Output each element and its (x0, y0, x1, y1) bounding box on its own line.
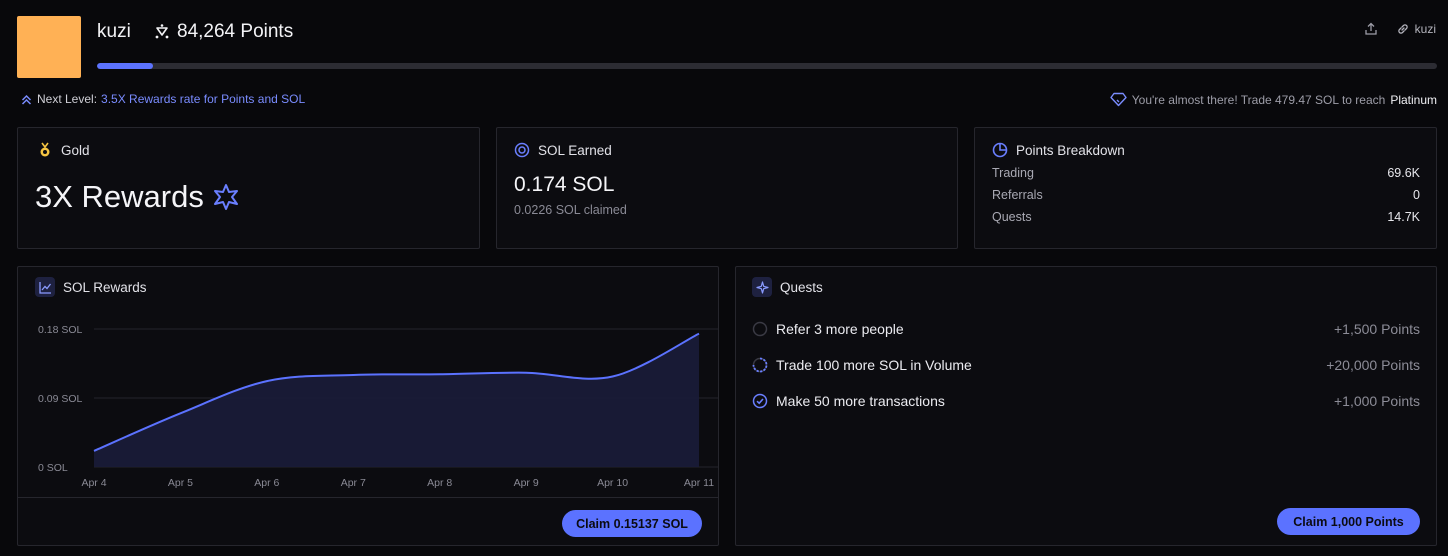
avatar (17, 16, 81, 78)
quest-label: Trade 100 more SOL in Volume (776, 357, 972, 373)
quest-reward: +20,000 Points (1326, 357, 1420, 373)
diamond-icon (1110, 92, 1127, 107)
tier-name: Gold (61, 142, 90, 158)
check-circle-icon (752, 393, 768, 409)
points-breakdown-card: Points Breakdown Trading 69.6K Referrals… (974, 127, 1437, 249)
x-tick-label: Apr 7 (341, 477, 366, 489)
breakdown-value: 14.7K (1387, 210, 1420, 224)
double-chevron-up-icon (21, 94, 32, 105)
quest-item[interactable]: Refer 3 more people +1,500 Points (752, 321, 1420, 337)
line-chart-icon (35, 277, 55, 297)
card-footer-divider (18, 497, 718, 498)
share-icon (1365, 22, 1377, 35)
series-area (94, 333, 699, 467)
quest-reward: +1,500 Points (1333, 321, 1420, 337)
sol-rewards-chart: 0 SOL 0.09 SOL 0.18 SOL Apr 4 Apr 5 Apr 6 Apr … (38, 324, 718, 489)
next-level-info: Next Level: 3.5X Rewards rate for Points… (20, 92, 305, 106)
quests-title: Quests (780, 279, 823, 295)
x-tick-label: Apr 5 (168, 477, 193, 489)
points-display: 84,264 Points (153, 21, 293, 43)
next-level-prefix: Next Level: (37, 92, 98, 106)
sol-earned-title: SOL Earned (538, 142, 612, 158)
points-breakdown-header: Points Breakdown (992, 142, 1420, 158)
rewards-rate: 3X Rewards (35, 179, 479, 215)
quest-item[interactable]: Trade 100 more SOL in Volume +20,000 Poi… (752, 357, 1420, 373)
x-tick-label: Apr 6 (254, 477, 279, 489)
sol-earned-amount: 0.174 SOL (514, 173, 615, 196)
next-tier-name: Platinum (1390, 92, 1437, 107)
breakdown-label: Trading (992, 166, 1034, 180)
x-tick-label: Apr 9 (514, 477, 539, 489)
level-progress-fill (97, 63, 154, 69)
quest-left: Make 50 more transactions (752, 393, 945, 409)
x-tick-label: Apr 10 (597, 477, 628, 489)
breakdown-value: 0 (1413, 188, 1420, 202)
breakdown-row-trading: Trading 69.6K (992, 166, 1420, 180)
claim-sol-button[interactable]: Claim 0.15137 SOL (562, 510, 702, 537)
quests-header: Quests (752, 277, 823, 297)
points-total: 84,264 Points (177, 21, 294, 42)
x-tick-label: Apr 4 (81, 477, 106, 489)
profile-link-label: kuzi (1414, 22, 1436, 36)
rewards-rate-text: 3X Rewards (35, 179, 204, 214)
sol-earned-header: SOL Earned (514, 142, 957, 158)
quest-label: Make 50 more transactions (776, 393, 945, 409)
x-tick-label: Apr 11 (684, 477, 714, 489)
pie-chart-icon (992, 142, 1008, 158)
x-tick-label: Apr 8 (427, 477, 452, 489)
sparkle-icon (752, 277, 772, 297)
breakdown-row-quests: Quests 14.7K (992, 210, 1420, 224)
quest-item[interactable]: Make 50 more transactions +1,000 Points (752, 393, 1420, 409)
sparkle-badge-icon (213, 184, 238, 210)
sol-earned-card: SOL Earned 0.174 SOL 0.0226 SOL claimed (496, 127, 958, 249)
points-breakdown-title: Points Breakdown (1016, 142, 1125, 158)
coins-icon (514, 142, 530, 158)
quest-left: Trade 100 more SOL in Volume (752, 357, 972, 373)
username: kuzi (97, 21, 131, 42)
quests-card: Quests Refer 3 more people +1,500 Points… (735, 266, 1437, 546)
points-icon (155, 24, 169, 39)
empty-circle-icon (752, 321, 768, 337)
medal-icon (40, 142, 50, 157)
claim-points-button[interactable]: Claim 1,000 Points (1277, 508, 1420, 535)
quest-left: Refer 3 more people (752, 321, 904, 337)
level-progress-bar (97, 63, 1437, 69)
breakdown-label: Quests (992, 210, 1032, 224)
top-actions: kuzi (1364, 22, 1436, 36)
quest-reward: +1,000 Points (1333, 393, 1420, 409)
sol-claimed-amount: 0.0226 SOL claimed (514, 203, 627, 217)
quest-label: Refer 3 more people (776, 321, 904, 337)
sol-rewards-title: SOL Rewards (63, 279, 147, 295)
profile-link-button[interactable]: kuzi (1396, 22, 1436, 36)
loading-spinner-icon (752, 357, 768, 373)
next-level-text: 3.5X Rewards rate for Points and SOL (101, 92, 306, 106)
y-tick-label: 0.09 SOL (38, 393, 83, 405)
y-tick-label: 0.18 SOL (38, 324, 83, 336)
breakdown-row-referrals: Referrals 0 (992, 188, 1420, 202)
tier-card: Gold 3X Rewards (17, 127, 480, 249)
link-icon (1397, 24, 1408, 34)
breakdown-value: 69.6K (1387, 166, 1420, 180)
next-tier-info: You're almost there! Trade 479.47 SOL to… (1110, 92, 1437, 107)
share-button[interactable] (1364, 22, 1378, 36)
y-tick-label: 0 SOL (38, 462, 68, 474)
sol-rewards-header: SOL Rewards (35, 277, 147, 297)
sol-rewards-card: SOL Rewards 0 SOL 0.09 SOL 0.18 SOL Apr 4 Ap… (17, 266, 719, 546)
next-tier-text: You're almost there! Trade 479.47 SOL to… (1131, 92, 1386, 107)
breakdown-label: Referrals (992, 188, 1043, 202)
tier-card-header: Gold (37, 142, 479, 158)
